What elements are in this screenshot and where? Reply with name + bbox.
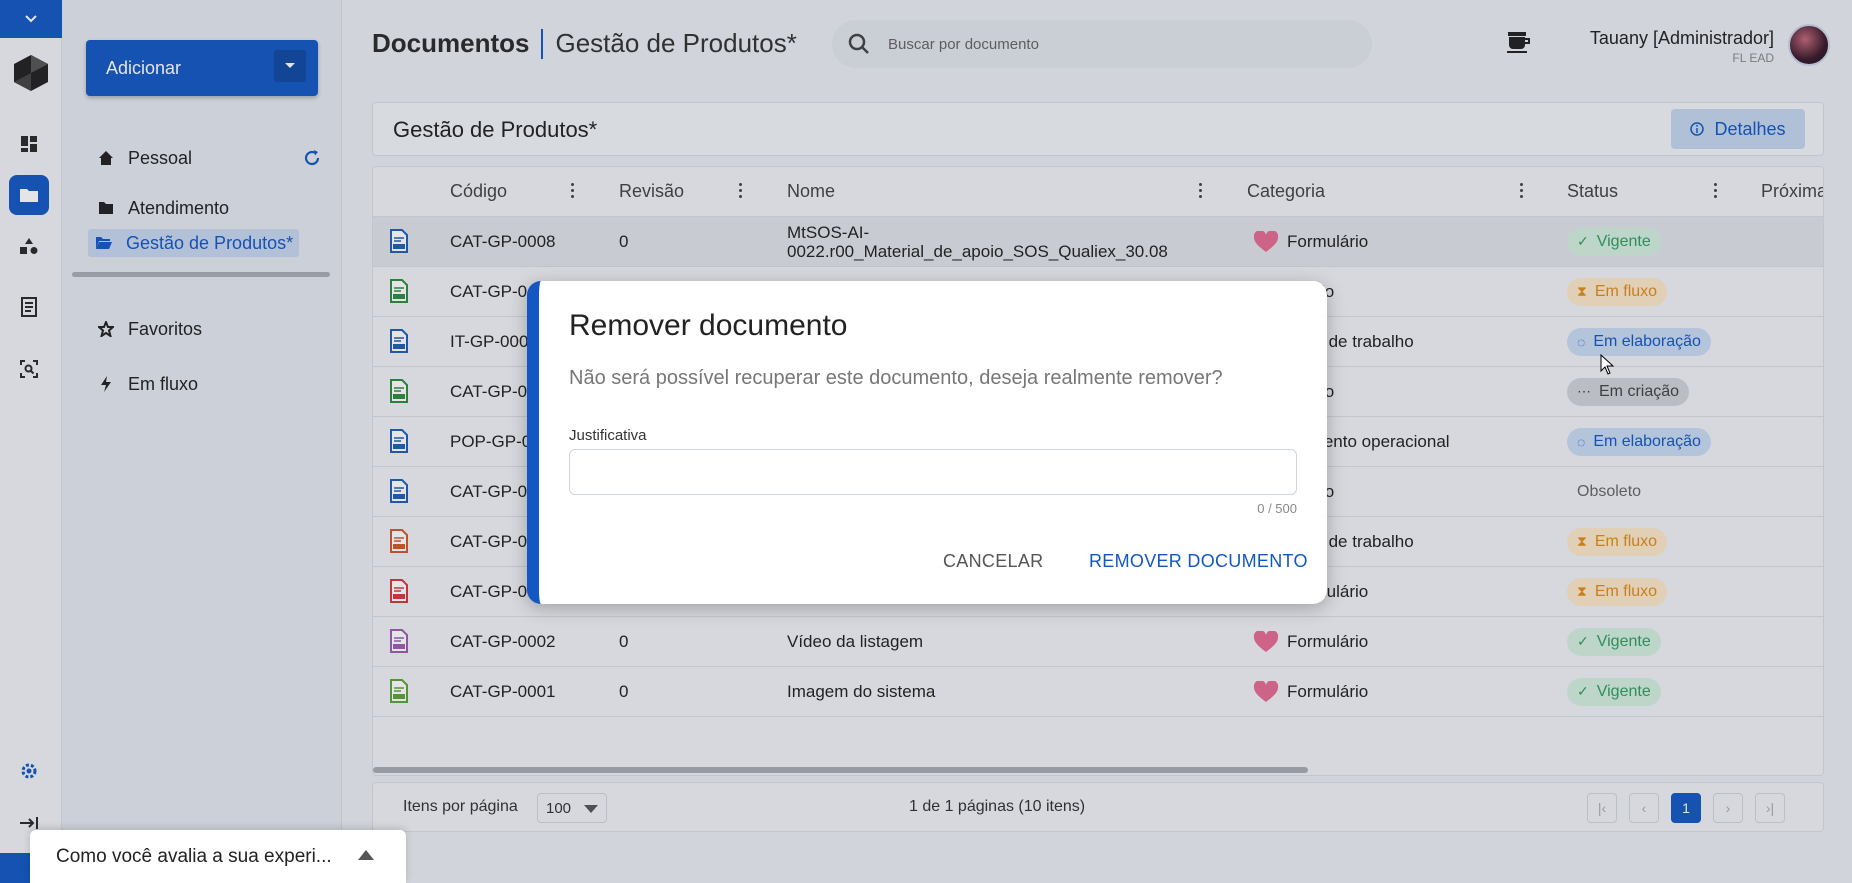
character-counter: 0 / 500 — [1257, 501, 1297, 516]
remove-document-button[interactable]: REMOVER DOCUMENTO — [1089, 551, 1308, 572]
dialog-title: Remover documento — [569, 309, 848, 342]
dialog-message: Não será possível recuperar este documen… — [569, 367, 1223, 389]
justification-input[interactable] — [569, 449, 1297, 495]
expand-triangle-icon[interactable] — [358, 850, 374, 860]
justification-label: Justificativa — [569, 427, 647, 444]
cancel-button[interactable]: CANCELAR — [943, 551, 1043, 572]
rating-text: Como você avalia a sua experi... — [56, 845, 332, 867]
remove-document-dialog: Remover documento Não será possível recu… — [527, 281, 1327, 604]
mouse-cursor-icon — [1600, 354, 1614, 375]
experience-rating-widget[interactable]: Como você avalia a sua experi... — [30, 830, 406, 883]
